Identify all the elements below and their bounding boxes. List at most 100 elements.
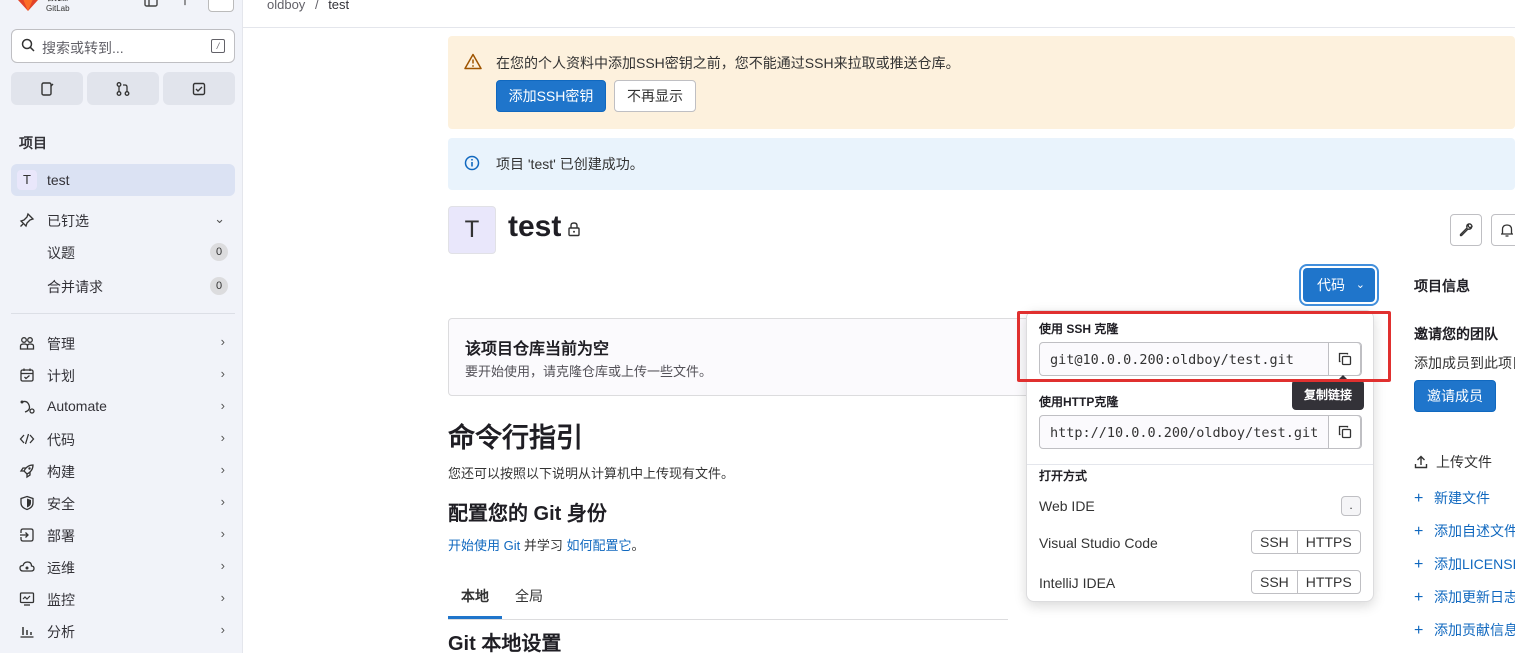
chevron-right-icon: › [220,334,225,349]
header-divider [243,27,1515,28]
copy-http-url-button[interactable] [1328,416,1361,448]
search-input[interactable]: 搜索或转到... / [11,29,235,63]
upload-icon [1414,455,1428,469]
add-changelog-link[interactable]: + 添加更新日志 [1414,587,1515,607]
warning-message: 在您的个人资料中添加SSH密钥之前，您不能通过SSH来拉取或推送仓库。 [496,55,960,71]
code-dropdown-button[interactable]: 代码 ⌄ [1303,268,1375,302]
sidebar-project-item[interactable]: T test [11,164,235,196]
chevron-right-icon: › [220,590,225,605]
calendar-icon [20,368,34,382]
chevron-right-icon: › [220,462,225,477]
empty-repository-notice: 该项目仓库当前为空 要开始使用，请克隆仓库或上传一些文件。 [448,318,1048,396]
active-tab-indicator [448,616,502,619]
tab-local[interactable]: 本地 [461,586,489,606]
http-clone-url[interactable]: http://10.0.0.200/oldboy/test.git [1050,425,1330,441]
merge-requests-shortcut-button[interactable] [87,72,159,105]
bell-icon [1501,224,1513,237]
intellij-clone-options: SSH HTTPS [1251,570,1361,594]
invite-members-button[interactable]: 邀请成员 [1414,380,1496,412]
config-scope-tabs: 本地 全局 [448,576,1008,620]
git-identity-links: 开始使用 Git 并学习 如何配置它。 [448,538,645,553]
sidebar-item-pinned[interactable]: 已钉选 ⌄ [11,205,235,235]
upload-file-link[interactable]: 上传文件 [1414,452,1492,472]
add-contributing-link[interactable]: + 添加贡献信息 [1414,620,1515,640]
sidebar-project-name: test [47,172,70,188]
sidebar-toggle-icon[interactable] [142,0,160,10]
tab-global[interactable]: 全局 [515,586,543,606]
chevron-right-icon: › [220,430,225,445]
plus-icon: + [1414,622,1424,639]
pin-icon [19,212,35,228]
search-icon [21,38,35,52]
git-identity-heading: 配置您的 Git 身份 [448,503,607,525]
cli-instructions-heading: 命令行指引 [448,423,583,453]
web-ide-item[interactable]: Web IDE [1039,498,1095,514]
invite-team-description: 添加成员到此项目 [1414,355,1515,371]
empty-repo-title: 该项目仓库当前为空 [465,341,610,358]
web-ide-shortcut-key: . [1341,496,1361,516]
sidebar-item-manage[interactable]: 管理 › [11,328,235,358]
settings-button[interactable] [1450,214,1482,246]
breadcrumb-parent[interactable]: oldboy [267,0,305,12]
vscode-ssh-button[interactable]: SSH [1252,531,1297,553]
lock-icon [568,222,580,237]
sidebar-item-merge-requests[interactable]: 合并请求 0 [11,271,235,301]
copy-link-tooltip: 复制链接 [1292,375,1364,410]
chevron-right-icon: › [220,526,225,541]
sidebar-divider [11,313,235,314]
sidebar-item-operate[interactable]: 运维 › [11,552,235,582]
new-file-link[interactable]: + 新建文件 [1414,488,1490,508]
sidebar-top-bar: 极狐GitLab ＋ a [12,0,237,14]
shield-icon [20,495,34,511]
issues-shortcut-button[interactable] [11,72,83,105]
ssh-warning-alert: 在您的个人资料中添加SSH密钥之前，您不能通过SSH来拉取或推送仓库。 添加SS… [448,36,1515,129]
vscode-item: Visual Studio Code [1039,535,1158,551]
how-to-configure-link[interactable]: 如何配置它 [566,538,631,553]
add-ssh-key-button[interactable]: 添加SSH密钥 [496,80,606,112]
http-clone-url-field[interactable]: http://10.0.0.200/oldboy/test.git [1039,415,1362,449]
create-new-icon[interactable]: ＋ [176,0,194,10]
intellij-https-button[interactable]: HTTPS [1296,571,1360,593]
chevron-right-icon: › [220,558,225,573]
project-created-alert: 项目 'test' 已创建成功。 [448,138,1515,190]
sidebar-section-heading: 项目 [19,135,47,151]
vscode-https-button[interactable]: HTTPS [1296,531,1360,553]
copy-icon [1338,425,1351,439]
cloud-icon [19,561,35,572]
count-badge: 0 [210,243,228,261]
sidebar-item-plan[interactable]: 计划 › [11,360,235,390]
sidebar-item-issues[interactable]: 议题 0 [11,237,235,267]
add-license-link[interactable]: + 添加LICENSE [1414,554,1515,574]
todo-icon [192,82,206,95]
gitlab-logo-icon[interactable] [16,0,40,12]
cli-instructions-description: 您还可以按照以下说明从计算机中上传现有文件。 [448,466,735,481]
sidebar-item-deploy[interactable]: 部署 › [11,520,235,550]
sidebar-item-monitor[interactable]: 监控 › [11,584,235,614]
deploy-icon [20,528,34,542]
dont-show-again-button[interactable]: 不再显示 [614,80,696,112]
chevron-right-icon: › [220,494,225,509]
get-started-git-link[interactable]: 开始使用 Git [448,538,520,553]
annotation-highlight-box [1017,311,1391,382]
sidebar-item-build[interactable]: 构建 › [11,456,235,486]
sidebar-item-code[interactable]: 代码 › [11,424,235,454]
plus-icon: + [1414,589,1424,606]
sidebar-item-automate[interactable]: Automate › [11,392,235,422]
add-readme-link[interactable]: + 添加自述文件 [1414,521,1515,541]
breadcrumb-current[interactable]: test [328,0,349,12]
sidebar-item-security[interactable]: 安全 › [11,488,235,518]
empty-repo-description: 要开始使用，请克隆仓库或上传一些文件。 [465,364,713,379]
search-placeholder: 搜索或转到... [42,40,124,56]
intellij-ssh-button[interactable]: SSH [1252,571,1297,593]
notifications-button[interactable] [1491,214,1515,246]
info-message: 项目 'test' 已创建成功。 [496,156,644,172]
todo-shortcut-button[interactable] [163,72,235,105]
chevron-right-icon: › [220,366,225,381]
sidebar-item-analyze[interactable]: 分析 › [11,616,235,646]
http-clone-label: 使用HTTP克隆 [1039,395,1119,409]
user-avatar[interactable]: a [208,0,234,12]
code-icon [19,433,35,445]
git-local-setup-heading: Git 本地设置 [448,633,562,653]
intellij-item: IntelliJ IDEA [1039,575,1116,591]
rocket-icon [19,464,34,479]
